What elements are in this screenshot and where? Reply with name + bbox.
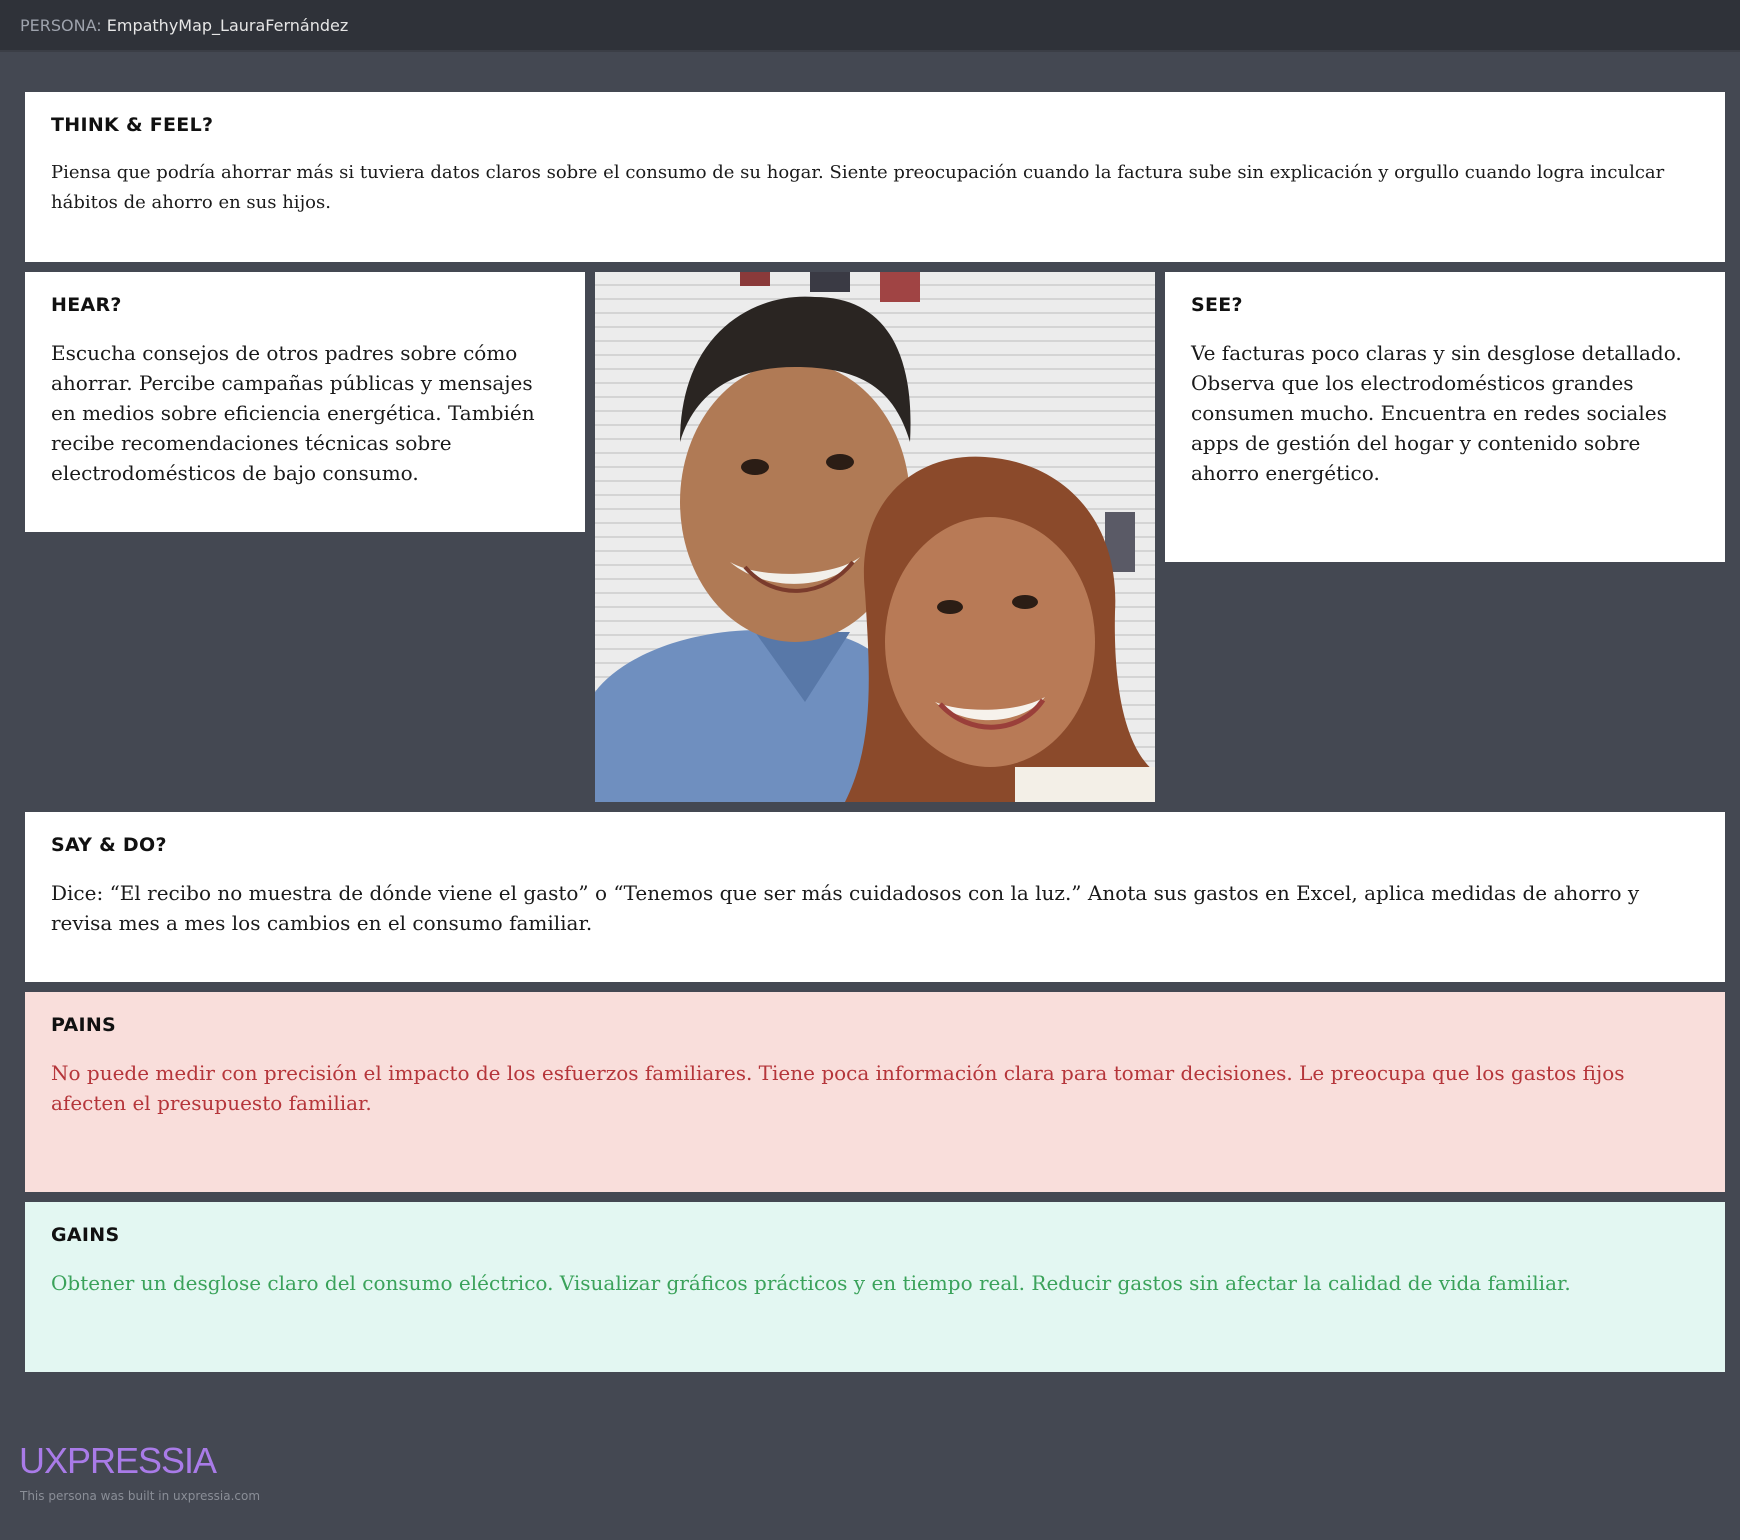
gains-title: GAINS — [51, 1224, 120, 1246]
uxpressia-logo[interactable]: UXPRESSIA — [19, 1440, 217, 1482]
persona-name: EmpathyMap_LauraFernández — [106, 16, 349, 35]
persona-header-bar: PERSONA: EmpathyMap_LauraFernández — [0, 0, 1740, 52]
think-feel-text: Piensa que podría ahorrar más si tuviera… — [51, 162, 1665, 213]
say-do-title: SAY & DO? — [51, 834, 167, 856]
say-do-card: SAY & DO? Dice: “El recibo no muestra de… — [25, 812, 1725, 982]
pains-text: No puede medir con precisión el impacto … — [51, 1061, 1625, 1115]
gains-text: Obtener un desglose claro del consumo el… — [51, 1271, 1571, 1295]
footer-note: This persona was built in uxpressia.com — [20, 1489, 261, 1503]
pains-title: PAINS — [51, 1014, 117, 1036]
persona-photo — [595, 272, 1155, 802]
hear-text: Escucha consejos de otros padres sobre c… — [51, 341, 535, 485]
see-title: SEE? — [1191, 294, 1243, 316]
hear-title: HEAR? — [51, 294, 122, 316]
gains-card: GAINS Obtener un desglose claro del cons… — [25, 1202, 1725, 1372]
persona-label: PERSONA: — [20, 16, 102, 35]
think-feel-title: THINK & FEEL? — [51, 114, 214, 136]
pains-card: PAINS No puede medir con precisión el im… — [25, 992, 1725, 1192]
say-do-text: Dice: “El recibo no muestra de dónde vie… — [51, 881, 1640, 935]
see-card: SEE? Ve facturas poco claras y sin desgl… — [1165, 272, 1725, 562]
see-text: Ve facturas poco claras y sin desglose d… — [1191, 341, 1682, 485]
hear-card: HEAR? Escucha consejos de otros padres s… — [25, 272, 585, 532]
think-feel-card: THINK & FEEL? Piensa que podría ahorrar … — [25, 92, 1725, 262]
persona-title: PERSONA: EmpathyMap_LauraFernández — [20, 16, 348, 35]
